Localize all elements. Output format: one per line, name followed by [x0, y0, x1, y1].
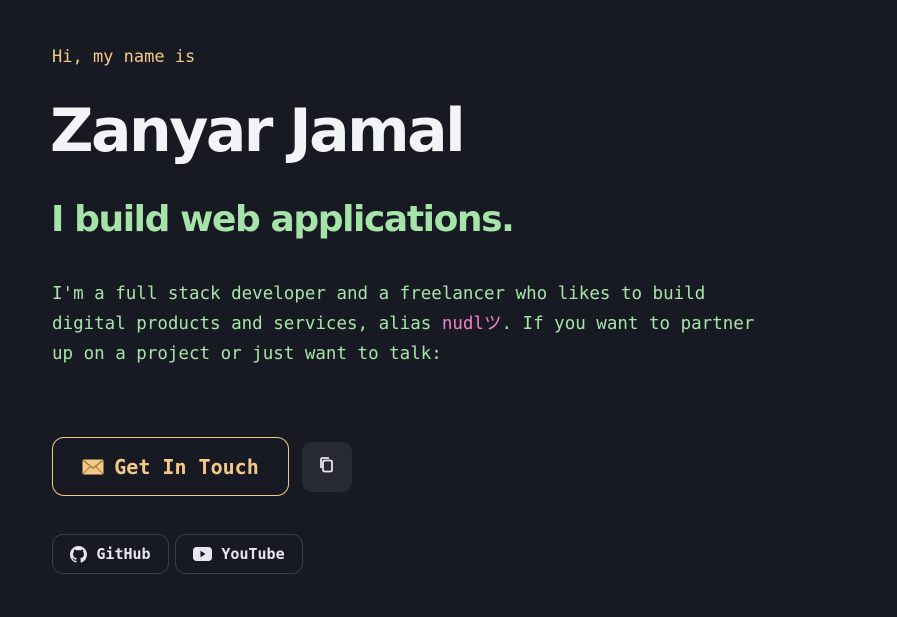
alias-highlight: nudlツ — [441, 314, 502, 334]
envelope-icon — [82, 459, 104, 475]
youtube-label: YouTube — [221, 545, 285, 563]
github-link[interactable]: GitHub — [52, 534, 169, 574]
github-icon — [70, 545, 88, 563]
intro-line-2-start: digital products and services, alias — [52, 314, 442, 334]
greeting-text: Hi, my name is — [52, 47, 196, 67]
github-label: GitHub — [96, 545, 151, 563]
intro-line-2: digital products and services, alias nud… — [52, 309, 842, 339]
hero-section: Hi, my name is Zanyar Jamal I build web … — [0, 0, 897, 617]
youtube-link[interactable]: YouTube — [175, 534, 303, 574]
intro-line-3: up on a project or just want to talk: — [52, 344, 442, 364]
copy-icon — [317, 455, 337, 479]
youtube-icon — [193, 547, 213, 561]
intro-line-2-end: . If you want to partner — [501, 314, 755, 334]
get-in-touch-label: Get In Touch — [114, 454, 259, 479]
intro-paragraph: I'm a full stack developer and a freelan… — [52, 279, 842, 369]
name-heading: Zanyar Jamal — [50, 96, 466, 166]
tagline-heading: I build web applications. — [51, 199, 515, 240]
intro-line-1: I'm a full stack developer and a freelan… — [52, 284, 706, 304]
copy-email-button[interactable] — [302, 442, 352, 492]
get-in-touch-button[interactable]: Get In Touch — [52, 437, 289, 496]
